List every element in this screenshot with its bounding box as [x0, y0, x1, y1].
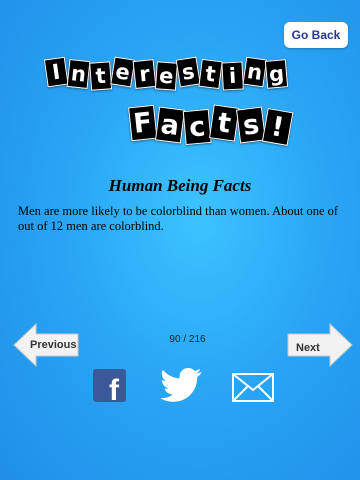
go-back-button[interactable]: Go Back — [284, 22, 348, 48]
logo-letter-tile: t — [209, 104, 240, 142]
logo-letter-tile: s — [175, 56, 201, 88]
logo-letter-tile: a — [155, 106, 185, 144]
twitter-button[interactable] — [160, 367, 204, 409]
logo-letter-tile: i — [221, 61, 244, 91]
facebook-glyph: f — [109, 374, 120, 402]
logo-letter-tile: n — [242, 56, 268, 88]
mail-button[interactable] — [232, 373, 274, 407]
section-title: Human Being Facts — [108, 176, 252, 195]
logo-letter-tile: c — [182, 108, 212, 146]
facebook-icon: f — [93, 369, 126, 407]
facebook-button[interactable]: f — [93, 369, 126, 407]
mail-icon — [232, 373, 274, 402]
logo-letter-tile: n — [66, 58, 91, 90]
interesting-facts-logo: Interesting Fa c t s! — [0, 52, 360, 157]
logo-letter-tile: ! — [261, 107, 294, 146]
previous-button[interactable]: Previous — [12, 322, 80, 368]
next-button[interactable]: Next — [286, 322, 354, 368]
logo-letter-tile: e — [154, 61, 178, 91]
logo-letter-tile: I — [43, 56, 69, 88]
logo-letter-tile: r — [132, 58, 157, 90]
fact-counter: 90 / 216 — [169, 334, 206, 345]
previous-label: Previous — [30, 339, 77, 351]
logo-letter-tile: t — [198, 58, 223, 90]
logo-letter-tile: g — [264, 59, 289, 89]
twitter-icon — [160, 367, 202, 402]
next-label: Next — [296, 342, 320, 354]
logo-letter-tile: t — [89, 61, 113, 91]
logo-letter-tile: e — [110, 56, 136, 88]
logo-letter-tile: F — [128, 104, 158, 142]
fact-text: Men are more likely to be colorblind tha… — [18, 204, 339, 233]
